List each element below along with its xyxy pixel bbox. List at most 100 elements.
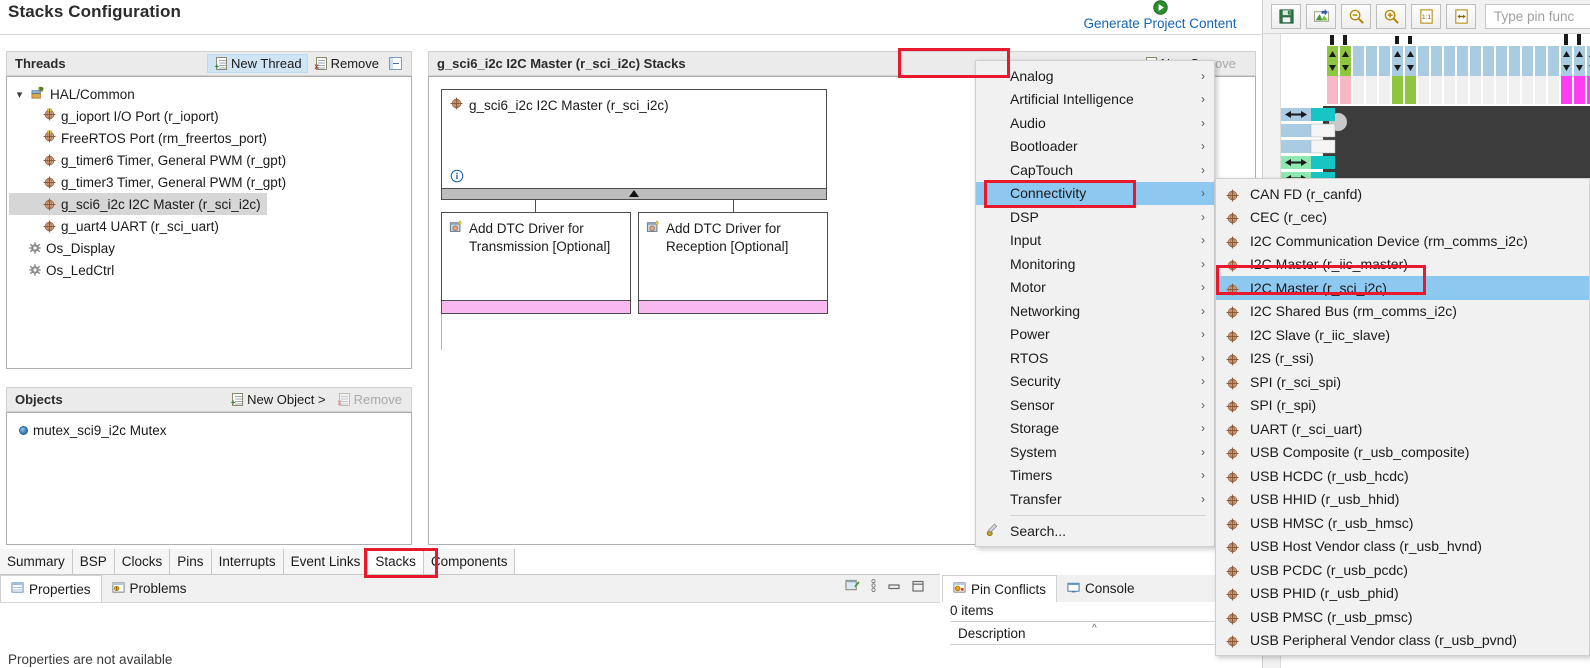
menu-item-system[interactable]: System › bbox=[976, 440, 1214, 464]
view-tab-bar[interactable]: Properties Problems bbox=[0, 575, 940, 602]
submenu-item-cec-r-cec[interactable]: CEC (r_cec) bbox=[1216, 206, 1589, 230]
thread-tree-item[interactable]: g_sci6_i2c I2C Master (r_sci_i2c) bbox=[9, 193, 267, 215]
submenu-item-uart-r-sci-uart[interactable]: UART (r_sci_uart) bbox=[1216, 417, 1589, 441]
submenu-item-usb-hhid-r-usb-hhid[interactable]: USB HHID (r_usb_hhid) bbox=[1216, 488, 1589, 512]
submenu-item-label: USB Peripheral Vendor class (r_usb_pvnd) bbox=[1250, 632, 1517, 649]
zoom-out-icon[interactable] bbox=[1341, 4, 1371, 29]
menu-item-analog[interactable]: Analog › bbox=[976, 64, 1214, 88]
submenu-item-i2c-master-r-sci-i2c[interactable]: I2C Master (r_sci_i2c) bbox=[1216, 276, 1589, 300]
info-icon[interactable] bbox=[450, 169, 464, 183]
editor-tab-bsp[interactable]: BSP bbox=[72, 549, 115, 574]
thread-tree-item[interactable]: Os_LedCtrl bbox=[9, 259, 409, 281]
thread-tree-item[interactable]: g_ioport I/O Port (r_ioport) bbox=[9, 105, 409, 127]
menu-item-power[interactable]: Power › bbox=[976, 323, 1214, 347]
menu-item-input[interactable]: Input › bbox=[976, 229, 1214, 253]
submenu-item-i2c-shared-bus-rm-comms-i2c[interactable]: I2C Shared Bus (rm_comms_i2c) bbox=[1216, 300, 1589, 324]
submenu-item-usb-peripheral-vendor-class-r-usb-pvnd[interactable]: USB Peripheral Vendor class (r_usb_pvnd) bbox=[1216, 629, 1589, 653]
submenu-item-label: UART (r_sci_uart) bbox=[1250, 420, 1363, 437]
chevron-right-icon: › bbox=[1201, 139, 1205, 154]
editor-tab-event-links[interactable]: Event Links bbox=[283, 549, 369, 574]
menu-item-networking[interactable]: Networking › bbox=[976, 299, 1214, 323]
menu-item-captouch[interactable]: CapTouch › bbox=[976, 158, 1214, 182]
module-icon bbox=[1226, 283, 1239, 296]
menu-item-label: Transfer bbox=[1010, 490, 1062, 507]
editor-tab-interrupts[interactable]: Interrupts bbox=[211, 549, 284, 574]
zoom-in-icon[interactable] bbox=[1376, 4, 1406, 29]
submenu-item-spi-r-sci-spi[interactable]: SPI (r_sci_spi) bbox=[1216, 370, 1589, 394]
new-stack-category-menu[interactable]: Analog › Artificial Intelligence › Audio › Boo… bbox=[975, 60, 1215, 547]
generate-project-content-link[interactable]: Generate Project Content bbox=[1083, 16, 1236, 31]
submenu-item-can-fd-r-canfd[interactable]: CAN FD (r_canfd) bbox=[1216, 182, 1589, 206]
editor-tab-stacks[interactable]: Stacks bbox=[368, 549, 424, 574]
thread-tree-item[interactable]: FreeRTOS Port (rm_freertos_port) bbox=[9, 127, 409, 149]
export-image-icon[interactable] bbox=[1306, 4, 1336, 29]
submenu-item-usb-pcdc-r-usb-pcdc[interactable]: USB PCDC (r_usb_pcdc) bbox=[1216, 558, 1589, 582]
submenu-item-spi-r-spi[interactable]: SPI (r_spi) bbox=[1216, 394, 1589, 418]
menu-item-artificial-intelligence[interactable]: Artificial Intelligence › bbox=[976, 88, 1214, 112]
editor-tab-clocks[interactable]: Clocks bbox=[114, 549, 171, 574]
stack-node-main[interactable]: g_sci6_i2c I2C Master (r_sci_i2c) bbox=[441, 89, 827, 189]
menu-item-search[interactable]: Search... bbox=[976, 520, 1214, 544]
submenu-item-label: I2S (r_ssi) bbox=[1250, 350, 1314, 367]
fit-page-icon[interactable] bbox=[1446, 4, 1476, 29]
column-header-description[interactable]: Description ^ bbox=[950, 621, 1250, 645]
maximize-icon[interactable] bbox=[911, 579, 925, 596]
submenu-item-usb-hmsc-r-usb-hmsc[interactable]: USB HMSC (r_usb_hmsc) bbox=[1216, 511, 1589, 535]
submenu-item-i2c-slave-r-iic-slave[interactable]: I2C Slave (r_iic_slave) bbox=[1216, 323, 1589, 347]
view-toolbar[interactable] bbox=[845, 578, 925, 596]
submenu-item-usb-pmsc-r-usb-pmsc[interactable]: USB PMSC (r_usb_pmsc) bbox=[1216, 605, 1589, 629]
submenu-item-usb-host-vendor-class-r-usb-hvnd[interactable]: USB Host Vendor class (r_usb_hvnd) bbox=[1216, 535, 1589, 559]
menu-item-dsp[interactable]: DSP › bbox=[976, 205, 1214, 229]
stack-node-dtc-transmission[interactable]: Add DTC Driver for Transmission [Optiona… bbox=[441, 212, 631, 314]
zoom-actual-icon[interactable]: 1:1 bbox=[1411, 4, 1441, 29]
tab-properties[interactable]: Properties bbox=[0, 575, 102, 602]
menu-item-storage[interactable]: Storage › bbox=[976, 417, 1214, 441]
thread-tree-item[interactable]: ▾ HAL/Common bbox=[9, 83, 409, 105]
thread-tree-item[interactable]: g_timer6 Timer, General PWM (r_gpt) bbox=[9, 149, 409, 171]
tab-console[interactable]: Console bbox=[1057, 575, 1145, 602]
thread-tree-item[interactable]: g_uart4 UART (r_sci_uart) bbox=[9, 215, 409, 237]
menu-item-bootloader[interactable]: Bootloader › bbox=[976, 135, 1214, 159]
new-view-icon[interactable] bbox=[845, 578, 860, 596]
menu-item-security[interactable]: Security › bbox=[976, 370, 1214, 394]
submenu-item-i2c-communication-device-rm-comms-i2c[interactable]: I2C Communication Device (rm_comms_i2c) bbox=[1216, 229, 1589, 253]
remove-thread-button[interactable]: x Remove bbox=[308, 55, 384, 72]
thread-tree-item[interactable]: g_timer3 Timer, General PWM (r_gpt) bbox=[9, 171, 409, 193]
chevron-down-icon[interactable]: ▾ bbox=[13, 88, 26, 101]
threads-tree[interactable]: ▾ HAL/Common g_ioport I/O Port (r_ioport) F… bbox=[6, 76, 412, 369]
module-icon bbox=[43, 220, 56, 233]
thread-tree-item[interactable]: Os_Display bbox=[9, 237, 409, 259]
submenu-item-usb-hcdc-r-usb-hcdc[interactable]: USB HCDC (r_usb_hcdc) bbox=[1216, 464, 1589, 488]
tab-problems[interactable]: Problems bbox=[102, 575, 197, 602]
pin-function-search-input[interactable]: Type pin func bbox=[1485, 4, 1590, 29]
submenu-item-i2c-master-r-iic-master[interactable]: I2C Master (r_iic_master) bbox=[1216, 253, 1589, 277]
menu-item-motor[interactable]: Motor › bbox=[976, 276, 1214, 300]
object-list-item[interactable]: mutex_sci9_i2c Mutex bbox=[9, 419, 409, 441]
menu-item-sensor[interactable]: Sensor › bbox=[976, 393, 1214, 417]
stack-node-dtc-reception[interactable]: Add DTC Driver for Reception [Optional] bbox=[638, 212, 828, 314]
editor-tab-bar[interactable]: Summary BSP Clocks Pins Interrupts Event Link… bbox=[0, 549, 940, 574]
save-icon[interactable] bbox=[1271, 4, 1301, 29]
new-thread-button[interactable]: + New Thread bbox=[207, 54, 308, 73]
menu-item-timers[interactable]: Timers › bbox=[976, 464, 1214, 488]
tab-pin-conflicts[interactable]: Pin Conflicts bbox=[942, 575, 1058, 602]
submenu-item-i2s-r-ssi[interactable]: I2S (r_ssi) bbox=[1216, 347, 1589, 371]
menu-item-transfer[interactable]: Transfer › bbox=[976, 487, 1214, 511]
editor-tab-pins[interactable]: Pins bbox=[170, 549, 212, 574]
connectivity-submenu[interactable]: CAN FD (r_canfd) CEC (r_cec) I2C Communica… bbox=[1215, 178, 1590, 656]
menu-item-monitoring[interactable]: Monitoring › bbox=[976, 252, 1214, 276]
submenu-item-usb-composite-r-usb-composite[interactable]: USB Composite (r_usb_composite) bbox=[1216, 441, 1589, 465]
pins-toolbar[interactable]: 1:1 Type pin func bbox=[1263, 0, 1590, 33]
minimize-icon[interactable] bbox=[887, 579, 901, 596]
editor-tab-components[interactable]: Components bbox=[423, 549, 516, 574]
menu-item-audio[interactable]: Audio › bbox=[976, 111, 1214, 135]
collapse-all-button[interactable] bbox=[384, 56, 407, 71]
submenu-item-usb-phid-r-usb-phid[interactable]: USB PHID (r_usb_phid) bbox=[1216, 582, 1589, 606]
menu-item-rtos[interactable]: RTOS › bbox=[976, 346, 1214, 370]
new-object-button[interactable]: + New Object > bbox=[224, 391, 330, 408]
generate-project-content[interactable]: Generate Project Content bbox=[1040, 0, 1280, 31]
editor-tab-summary[interactable]: Summary bbox=[0, 549, 73, 574]
menu-item-connectivity[interactable]: Connectivity › bbox=[976, 181, 1214, 205]
objects-list[interactable]: mutex_sci9_i2c Mutex bbox=[6, 412, 412, 545]
view-menu-icon[interactable] bbox=[870, 578, 877, 596]
